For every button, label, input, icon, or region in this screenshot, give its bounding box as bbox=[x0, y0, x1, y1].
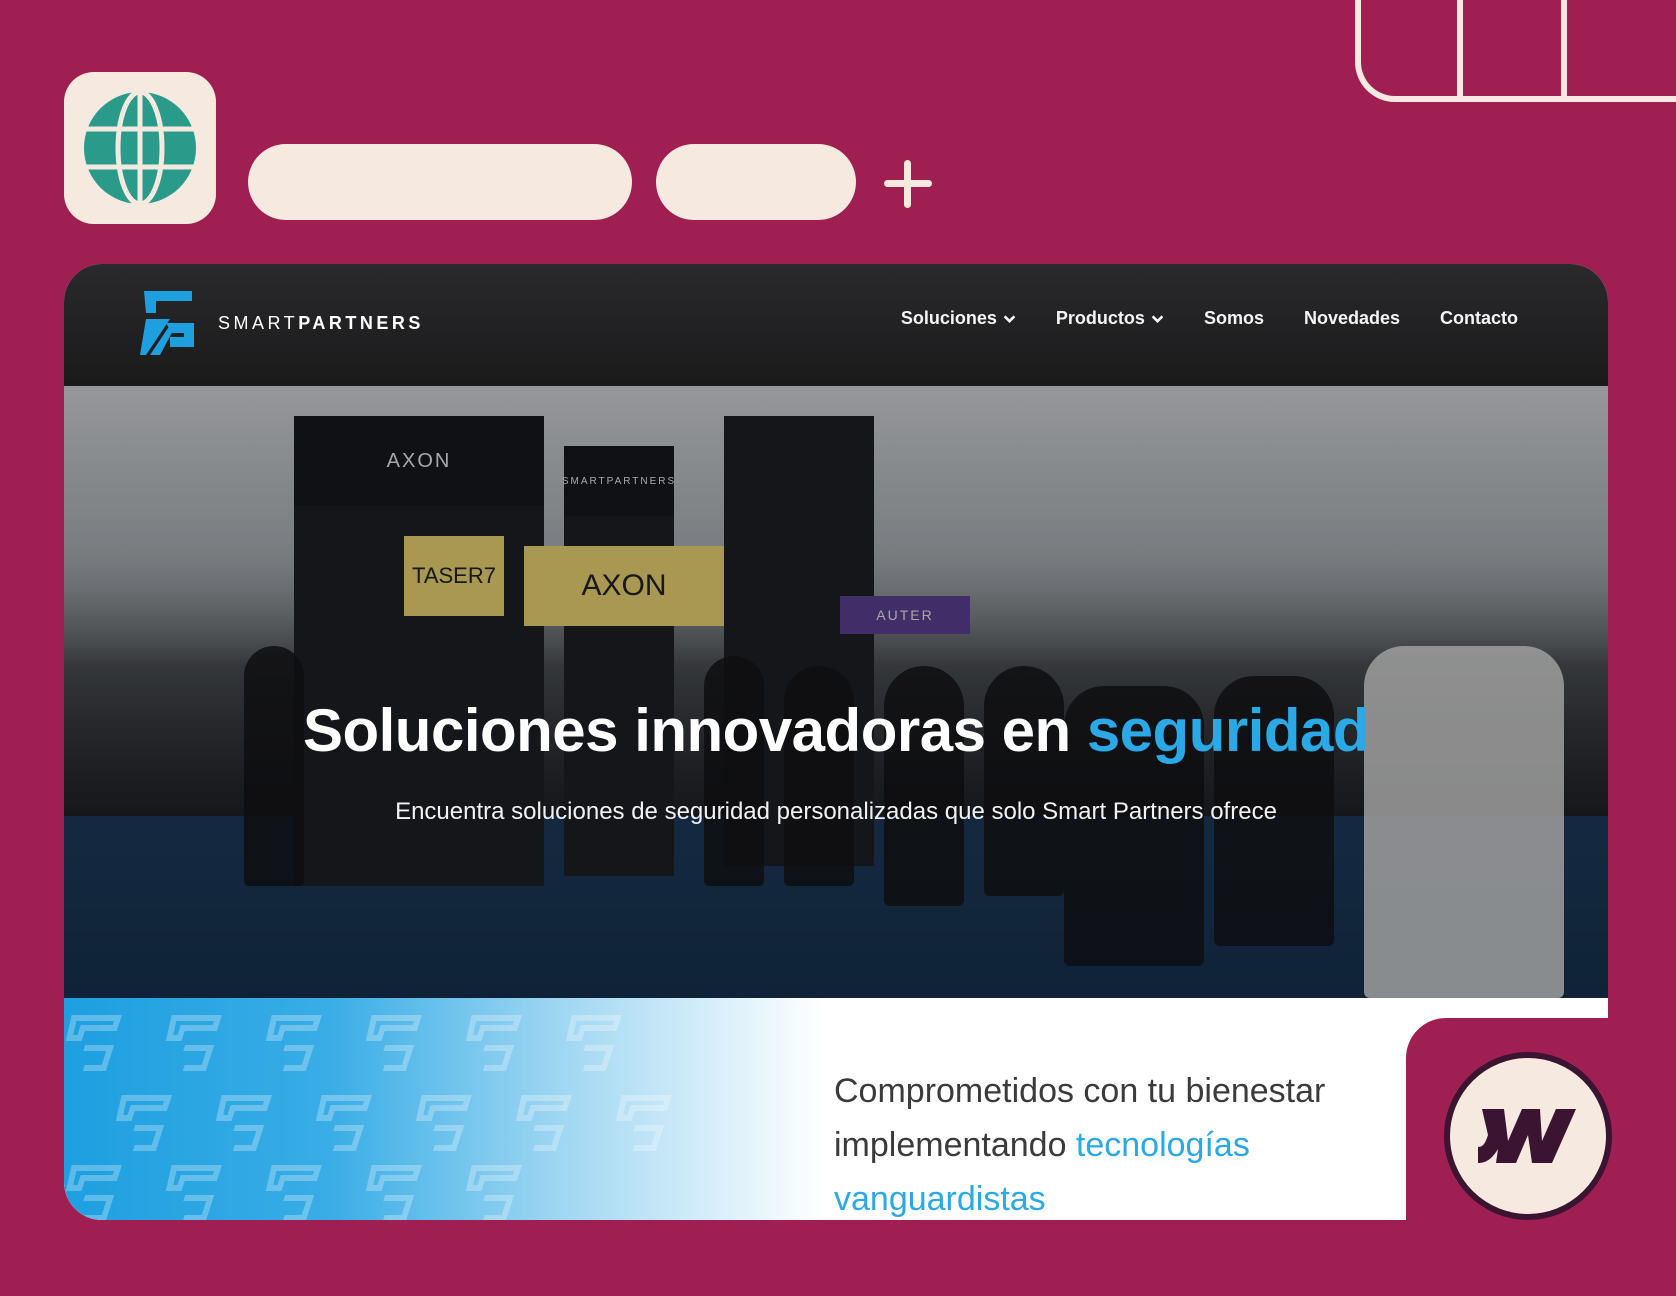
nav-item-soluciones[interactable]: Soluciones bbox=[901, 308, 1016, 329]
nav-label: Contacto bbox=[1440, 308, 1518, 328]
plus-icon[interactable] bbox=[880, 156, 936, 212]
pattern-graphic bbox=[64, 998, 824, 1220]
site-logo[interactable]: SMARTPARTNERS bbox=[140, 286, 424, 360]
site-navbar: SMARTPARTNERS Soluciones Productos Somos… bbox=[64, 264, 1608, 386]
main-nav: Soluciones Productos Somos Novedades Con… bbox=[901, 308, 1518, 329]
commitment-section: Comprometidos con tu bienestar implement… bbox=[64, 998, 1608, 1220]
chevron-down-icon bbox=[1151, 315, 1164, 324]
nav-item-productos[interactable]: Productos bbox=[1056, 308, 1164, 329]
logo-text-light: SMART bbox=[218, 312, 299, 333]
smartpartners-logo-icon bbox=[140, 291, 194, 355]
hero-overlay bbox=[64, 386, 1608, 998]
commitment-accent: tecnologías bbox=[1075, 1126, 1250, 1164]
nav-item-somos[interactable]: Somos bbox=[1204, 308, 1264, 329]
logo-text-bold: PARTNERS bbox=[298, 312, 424, 333]
hero-subtitle: Encuentra soluciones de seguridad person… bbox=[395, 798, 1277, 825]
commitment-heading: Comprometidos con tu bienestar implement… bbox=[834, 1064, 1434, 1220]
webflow-logo-icon bbox=[1478, 1109, 1576, 1163]
browser-window: SMARTPARTNERS Soluciones Productos Somos… bbox=[64, 264, 1608, 1220]
nav-item-contacto[interactable]: Contacto bbox=[1440, 308, 1518, 329]
grid-divider bbox=[1457, 0, 1463, 96]
commitment-accent: vanguardistas bbox=[834, 1180, 1046, 1218]
nav-label: Novedades bbox=[1303, 308, 1400, 328]
hero-title: Soluciones innovadoras en seguridad bbox=[64, 696, 1608, 765]
hero-title-text: Soluciones innovadoras en bbox=[302, 697, 1087, 764]
logo-pattern-background bbox=[64, 998, 824, 1220]
nav-item-novedades[interactable]: Novedades bbox=[1304, 308, 1400, 329]
globe-icon-tile[interactable] bbox=[64, 72, 216, 224]
commitment-line: Comprometidos con tu bienestar bbox=[834, 1072, 1326, 1110]
browser-tab-active[interactable] bbox=[248, 144, 632, 220]
nav-label: Soluciones bbox=[900, 308, 997, 328]
logo-wordmark: SMARTPARTNERS bbox=[218, 313, 424, 334]
webflow-badge[interactable] bbox=[1444, 1052, 1612, 1220]
hero-section: AXON SMARTPARTNERS TASER7 AXON AUTER Sol… bbox=[64, 386, 1608, 998]
commitment-line: implementando tecnologías bbox=[834, 1118, 1434, 1172]
chevron-down-icon bbox=[1003, 315, 1016, 324]
grid-divider bbox=[1561, 0, 1567, 96]
browser-tab[interactable] bbox=[656, 144, 856, 220]
nav-label: Somos bbox=[1203, 308, 1264, 328]
hero-title-accent: seguridad bbox=[1086, 697, 1370, 764]
corner-grid-decoration bbox=[1355, 0, 1676, 102]
globe-icon bbox=[84, 89, 196, 207]
nav-label: Productos bbox=[1055, 308, 1145, 328]
commitment-text: implementando bbox=[834, 1126, 1076, 1164]
